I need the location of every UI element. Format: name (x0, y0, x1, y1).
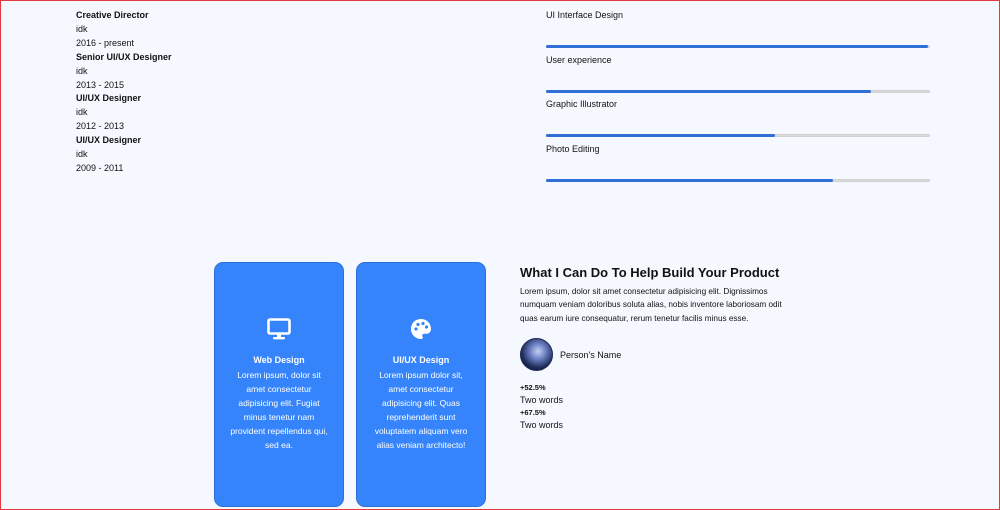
experience-period: 2009 - 2011 (76, 162, 124, 173)
experience-item: UI/UX Designer idk 2009 - 2011 (76, 134, 172, 176)
experience-period: 2012 - 2013 (76, 121, 125, 132)
service-card-web-design[interactable]: Web Design Lorem ipsum, dolor sit amet c… (214, 262, 344, 507)
stat-value: +67.5% (520, 408, 546, 417)
service-card-uiux-design[interactable]: UI/UX Design Lorem ipsum dolor sit, amet… (356, 262, 486, 507)
person-info: Person's Name (520, 338, 621, 371)
experience-period: 2013 - 2015 (76, 79, 125, 90)
experience-item: Senior UI/UX Designer idk 2013 - 2015 (76, 51, 172, 93)
service-title: UI/UX Design (392, 355, 450, 365)
skill-name: Graphic Illustrator (546, 99, 618, 109)
service-description: Lorem ipsum dolor sit, amet consectetur … (374, 370, 468, 450)
skill-progress-track (546, 134, 930, 137)
avatar (520, 338, 553, 371)
section-heading: What I Can Do To Help Build Your Product (520, 265, 780, 280)
experience-company: idk (76, 149, 88, 160)
experience-company: idk (76, 23, 88, 34)
skill-progress-track (546, 178, 930, 182)
experience-item: Creative Director idk 2016 - present (76, 9, 172, 51)
skill-name: Photo Editing (546, 143, 600, 154)
skill-progress-fill (546, 89, 871, 93)
skill-progress-fill (546, 178, 833, 182)
skill-progress-fill (546, 134, 776, 137)
stat-item: +52.5% Two words (520, 382, 563, 407)
skill-progress-fill (546, 45, 928, 48)
stat-value: +52.5% (520, 383, 546, 392)
person-name: Person's Name (560, 349, 622, 360)
stat-label: Two words (520, 395, 564, 405)
section-paragraph: Lorem ipsum, dolor sit amet consectetur … (520, 287, 782, 323)
skill-item: UI Interface Design (546, 9, 930, 54)
experience-role: Senior UI/UX Designer (76, 51, 172, 62)
experience-item: UI/UX Designer idk 2012 - 2013 (76, 92, 172, 134)
experience-role: UI/UX Designer (76, 93, 142, 104)
skill-item: Graphic Illustrator (546, 98, 930, 143)
service-title: Web Design (253, 355, 305, 365)
skill-item: Photo Editing (546, 143, 930, 188)
skill-item: User experience (546, 54, 930, 99)
experience-period: 2016 - present (76, 37, 135, 48)
stat-label: Two words (520, 420, 564, 430)
stats-list: +52.5% Two words +67.5% Two words (520, 382, 563, 432)
palette-icon (357, 318, 485, 342)
experience-role: Creative Director (76, 10, 149, 20)
skill-progress-track (546, 89, 930, 93)
experience-role: UI/UX Designer (76, 135, 142, 146)
experience-list: Creative Director idk 2016 - present Sen… (76, 9, 172, 176)
skill-name: User experience (546, 54, 612, 65)
experience-company: idk (76, 107, 88, 118)
monitor-icon (215, 318, 343, 342)
skill-progress-track (546, 45, 930, 48)
service-description: Lorem ipsum, dolor sit amet consectetur … (230, 370, 328, 450)
skill-name: UI Interface Design (546, 10, 624, 20)
skills-list: UI Interface Design User experience Grap… (546, 9, 930, 187)
about-section: What I Can Do To Help Build Your Product… (520, 265, 790, 325)
experience-company: idk (76, 65, 88, 76)
stat-item: +67.5% Two words (520, 407, 563, 432)
